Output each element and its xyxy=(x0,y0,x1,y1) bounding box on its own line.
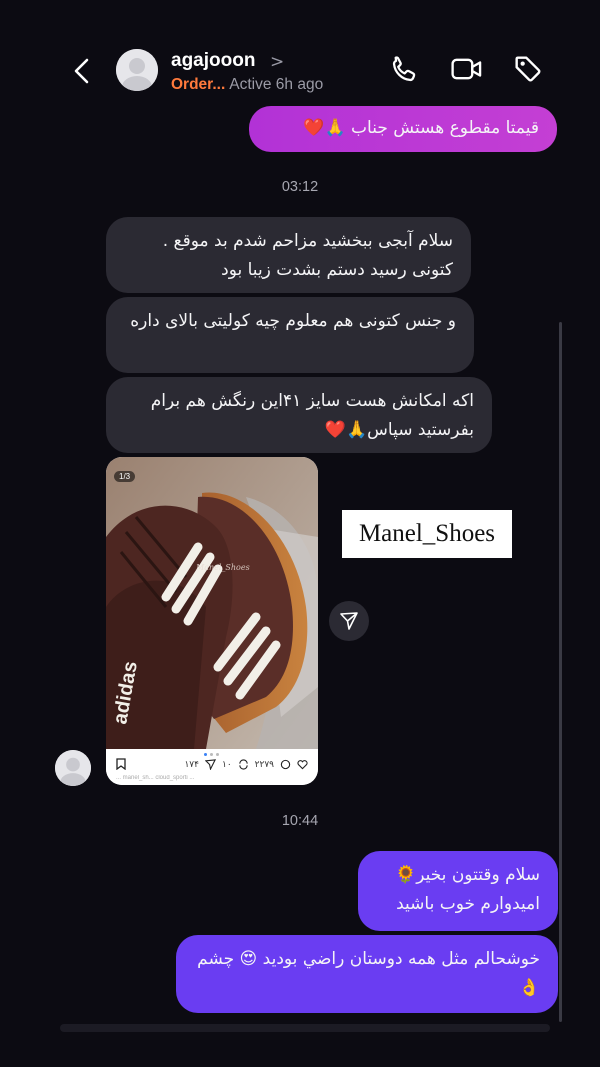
forward-button[interactable] xyxy=(329,601,369,641)
post-caption: ... manel_sh... cloud_sporti ... xyxy=(116,775,195,781)
message-incoming[interactable]: اکه امکانش هست سایز ۴۱این رنگش هم برام ب… xyxy=(106,377,492,453)
contact-status: Order... Active 6h ago xyxy=(171,76,323,94)
overlay-watermark: Manel_Shoes xyxy=(342,510,512,558)
send-icon[interactable] xyxy=(204,758,216,770)
comment-count: ۲۲۷۹ xyxy=(254,758,274,769)
message-incoming[interactable]: سلام آبجی ببخشید مزاحم شدم بد موقع . کتو… xyxy=(106,217,471,293)
timestamp: 10:44 xyxy=(281,813,319,829)
chevron-left-icon xyxy=(74,58,89,84)
carousel-counter: 1/3 xyxy=(114,471,136,482)
message-outgoing[interactable]: سلام وقتتون بخیر🌻 امیدوارم خوب باشید xyxy=(358,851,558,931)
back-button[interactable] xyxy=(66,56,96,86)
phone-icon xyxy=(392,56,416,82)
order-label[interactable]: Order... xyxy=(171,76,225,93)
contact-username[interactable]: agajooon xyxy=(171,50,255,72)
post-footer: ۱۷۴ ۱۰ ۲۲۷۹ ... manel_sh... cloud_sporti… xyxy=(106,749,318,785)
shared-post[interactable]: adidas 1/3 Manel_Shoes ۱۷۴ ۱۰ ۲۲۷۹ ... m… xyxy=(106,457,318,785)
share-count: ۱۷۴ xyxy=(184,758,199,769)
default-avatar-icon xyxy=(116,49,158,91)
chevron-right-icon[interactable]: > xyxy=(270,52,284,72)
sneaker-photo: adidas xyxy=(106,457,318,749)
repost-count: ۱۰ xyxy=(221,758,232,769)
scrollbar[interactable] xyxy=(559,322,562,1022)
composer-bar[interactable] xyxy=(60,1024,550,1032)
default-avatar-icon xyxy=(55,750,91,786)
message-outgoing[interactable]: خوشحالم مثل همه دوستان راضي بوديد 😍 چشم👌 xyxy=(176,935,558,1013)
sender-avatar[interactable] xyxy=(55,750,91,786)
call-button[interactable] xyxy=(388,52,422,86)
message-outgoing[interactable]: قیمتا مقطوع هستش جناب 🙏❤️ xyxy=(249,106,557,152)
send-icon xyxy=(340,612,358,630)
message-incoming[interactable]: و جنس کتونی هم معلوم چیه کولیتی بالای دا… xyxy=(106,297,474,373)
bookmark-icon[interactable] xyxy=(116,758,126,770)
comment-icon[interactable] xyxy=(280,759,291,770)
repost-icon[interactable] xyxy=(238,758,249,770)
timestamp: 03:12 xyxy=(281,179,319,195)
heart-icon[interactable] xyxy=(297,759,308,770)
tag-icon xyxy=(515,56,541,82)
video-icon xyxy=(451,58,482,80)
contact-avatar[interactable] xyxy=(116,49,158,91)
active-status: Active 6h ago xyxy=(229,76,324,93)
label-button[interactable] xyxy=(511,52,545,86)
image-watermark: Manel_Shoes xyxy=(196,563,250,572)
video-call-button[interactable] xyxy=(450,52,484,86)
